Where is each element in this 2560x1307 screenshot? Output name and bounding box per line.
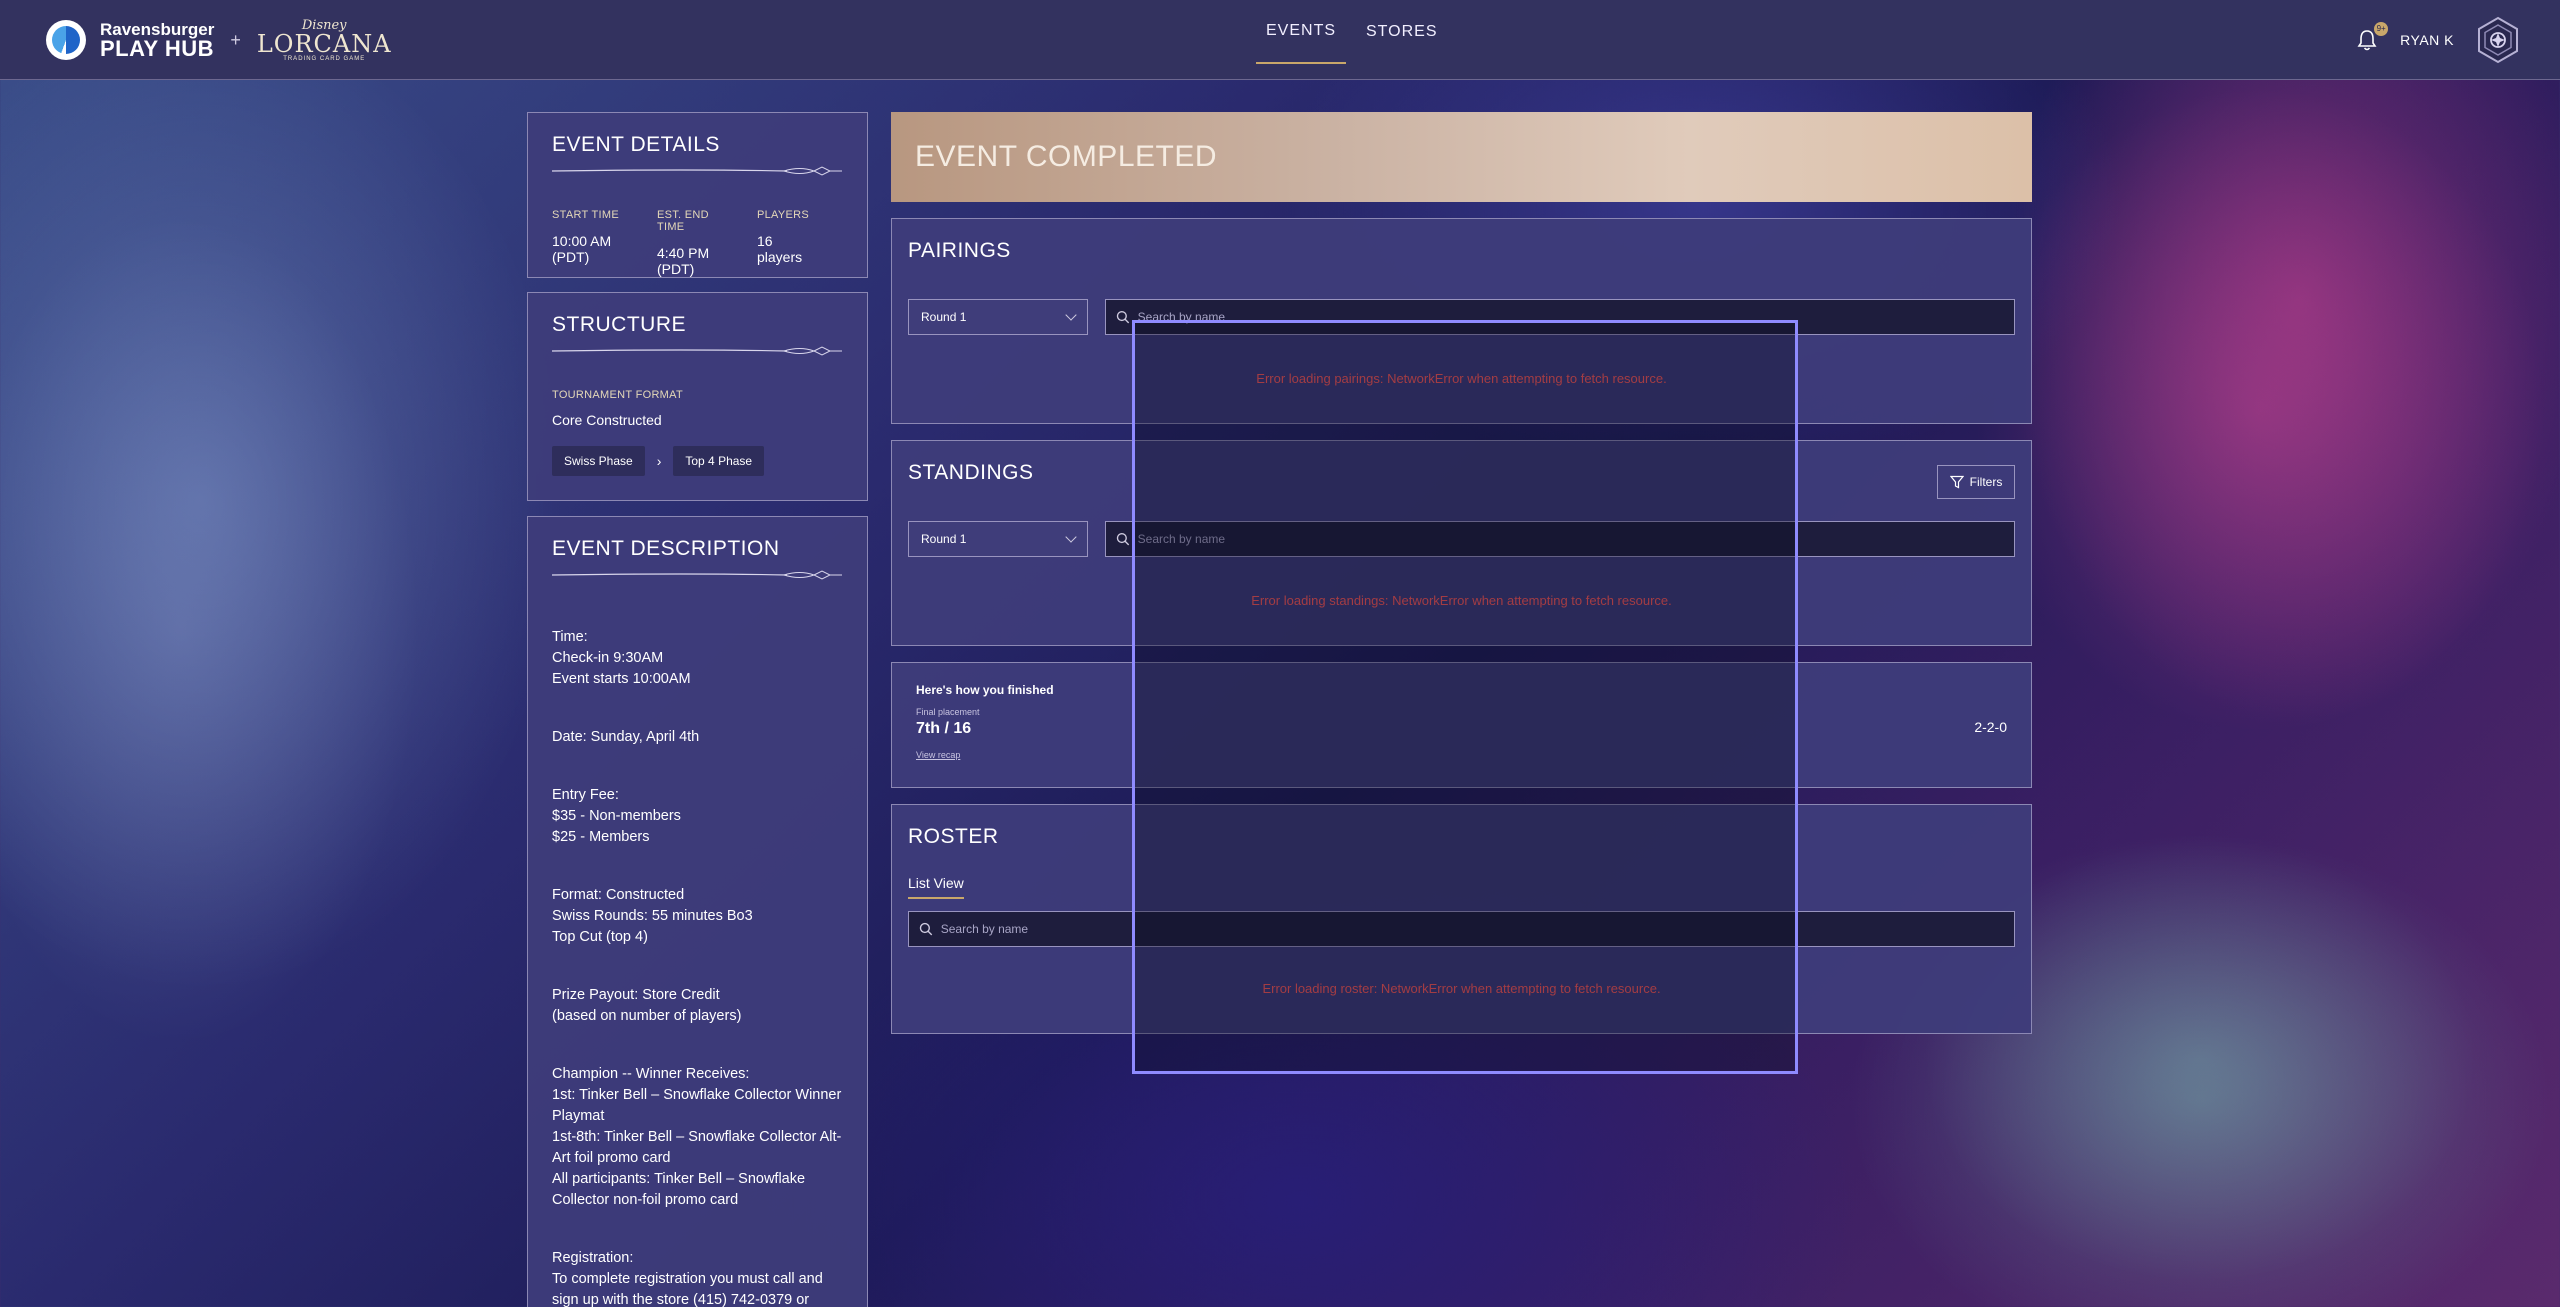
ravensburger-wordmark: Ravensburger PLAY HUB	[100, 21, 214, 60]
main-nav: EVENTS STORES	[1256, 0, 1458, 80]
event-details-title: EVENT DETAILS	[552, 133, 720, 156]
description-line: 1st: Tinker Bell – Snowflake Collector W…	[552, 1087, 842, 1103]
filter-funnel-icon	[1949, 475, 1964, 489]
description-line: To complete registration you must call a…	[552, 1271, 823, 1287]
user-name[interactable]: RYAN K	[2400, 32, 2454, 48]
end-time-label: EST. END TIME	[656, 209, 709, 233]
description-line: Prize Payout: Store Credit	[552, 987, 720, 1003]
event-description-title: EVENT DESCRIPTION	[552, 537, 780, 560]
background-swirl	[0, 180, 440, 1080]
description-line: Top Cut (top 4)	[552, 929, 648, 945]
description-line: Format: Constructed	[552, 887, 685, 903]
description-line: Champion -- Winner Receives:	[552, 1066, 750, 1082]
pairings-title: PAIRINGS	[908, 239, 1011, 262]
win-loss-record: 2-2-0	[1974, 719, 2007, 735]
structure-panel: STRUCTURE TOURNAMENT FORMAT Core Constru…	[527, 292, 868, 501]
notification-bell-icon[interactable]: 9+	[2356, 22, 2389, 52]
view-recap-link[interactable]: View recap	[916, 750, 960, 760]
event-completed-banner: EVENT COMPLETED	[891, 112, 2032, 202]
description-line: Swiss Rounds: 55 minutes Bo3	[552, 908, 753, 924]
description-line: 1st-8th: Tinker Bell – Snowflake Collect…	[552, 1129, 842, 1145]
brand-logos[interactable]: Ravensburger PLAY HUB + Disney LORCANA T…	[46, 18, 392, 62]
ravensburger-logo-icon	[46, 20, 86, 60]
phase-top4[interactable]: Top 4 Phase	[673, 446, 765, 476]
players-label: PLAYERS	[756, 209, 809, 221]
chevron-down-icon	[1065, 309, 1077, 321]
description-line: Event starts 10:00AM	[552, 671, 691, 687]
structure-title: STRUCTURE	[552, 313, 686, 336]
hexagon-avatar-icon[interactable]	[2476, 16, 2520, 64]
selection-overlay	[1132, 320, 1798, 1074]
filters-label: Filters	[1969, 475, 2003, 489]
pairings-round-select[interactable]: Round 1	[908, 299, 1088, 335]
search-icon	[919, 922, 933, 936]
description-line: $25 - Members	[552, 829, 650, 845]
lorcana-subtitle: TRADING CARD GAME	[283, 55, 366, 62]
top-navigation-bar: Ravensburger PLAY HUB + Disney LORCANA T…	[0, 0, 2560, 80]
end-time-value: 4:40 PM (PDT)	[656, 245, 710, 277]
tournament-format-value: Core Constructed	[552, 412, 662, 428]
user-area: 9+ RYAN K	[2356, 14, 2520, 66]
description-line: Entry Fee:	[552, 787, 619, 803]
standings-round-value: Round 1	[921, 532, 967, 546]
description-line: $35 - Non-members	[552, 808, 681, 824]
nav-events[interactable]: EVENTS	[1256, 0, 1346, 64]
standings-round-select[interactable]: Round 1	[908, 521, 1088, 557]
start-time-value: 10:00 AM (PDT)	[552, 233, 612, 265]
description-line: Playmat	[552, 1108, 605, 1124]
lorcana-logo: Disney LORCANA TRADING CARD GAME	[257, 19, 392, 62]
title-flourish-icon	[552, 166, 842, 176]
event-details-panel: EVENT DETAILS START TIME 10:00 AM (PDT) …	[527, 112, 868, 278]
lorcana-text: LORCANA	[256, 29, 392, 58]
chevron-down-icon	[1065, 531, 1077, 543]
description-line: Check-in 9:30AM	[552, 650, 664, 666]
description-line: Registration:	[552, 1250, 634, 1266]
ravensburger-text: Ravensburger	[100, 19, 215, 39]
end-time-field: EST. END TIME 4:40 PM (PDT)	[657, 209, 723, 277]
background-swirl	[1950, 60, 2560, 760]
play-hub-text: PLAY HUB	[100, 35, 215, 61]
phase-swiss[interactable]: Swiss Phase	[552, 446, 645, 476]
description-line: sign up with the store (415) 742-0379 or	[552, 1292, 810, 1307]
description-line: Collector non-foil promo card	[552, 1192, 739, 1208]
notification-badge: 9+	[2374, 22, 2389, 36]
chevron-right-icon: ›	[656, 453, 662, 469]
players-field: PLAYERS 16 players	[757, 209, 809, 277]
description-line: All participants: Tinker Bell – Snowflak…	[552, 1171, 806, 1187]
search-icon	[1116, 532, 1130, 546]
players-value: 16 players	[756, 233, 803, 265]
event-description-body: Time: Check-in 9:30AM Event starts 10:00…	[552, 627, 843, 1307]
title-flourish-icon	[552, 570, 842, 580]
tab-list-view[interactable]: List View	[908, 875, 964, 899]
filters-button[interactable]: Filters	[1937, 465, 2015, 499]
tournament-format-label: TOURNAMENT FORMAT	[552, 389, 683, 401]
description-line: Time:	[552, 629, 588, 645]
pairings-round-value: Round 1	[921, 310, 967, 324]
phase-list: Swiss Phase › Top 4 Phase	[552, 446, 843, 476]
event-description-panel: EVENT DESCRIPTION Time: Check-in 9:30AM …	[527, 516, 868, 1307]
description-line: Date: Sunday, April 4th	[552, 729, 700, 745]
brand-plus: +	[230, 29, 241, 50]
nav-stores[interactable]: STORES	[1346, 0, 1458, 64]
description-line: (based on number of players)	[552, 1008, 742, 1024]
title-flourish-icon	[552, 346, 842, 356]
banner-title: EVENT COMPLETED	[915, 140, 1218, 173]
description-line: Art foil promo card	[552, 1150, 671, 1166]
search-icon	[1116, 310, 1130, 324]
start-time-label: START TIME	[552, 209, 619, 221]
start-time-field: START TIME 10:00 AM (PDT)	[552, 209, 623, 277]
event-meta-row: START TIME 10:00 AM (PDT) EST. END TIME …	[552, 209, 843, 277]
